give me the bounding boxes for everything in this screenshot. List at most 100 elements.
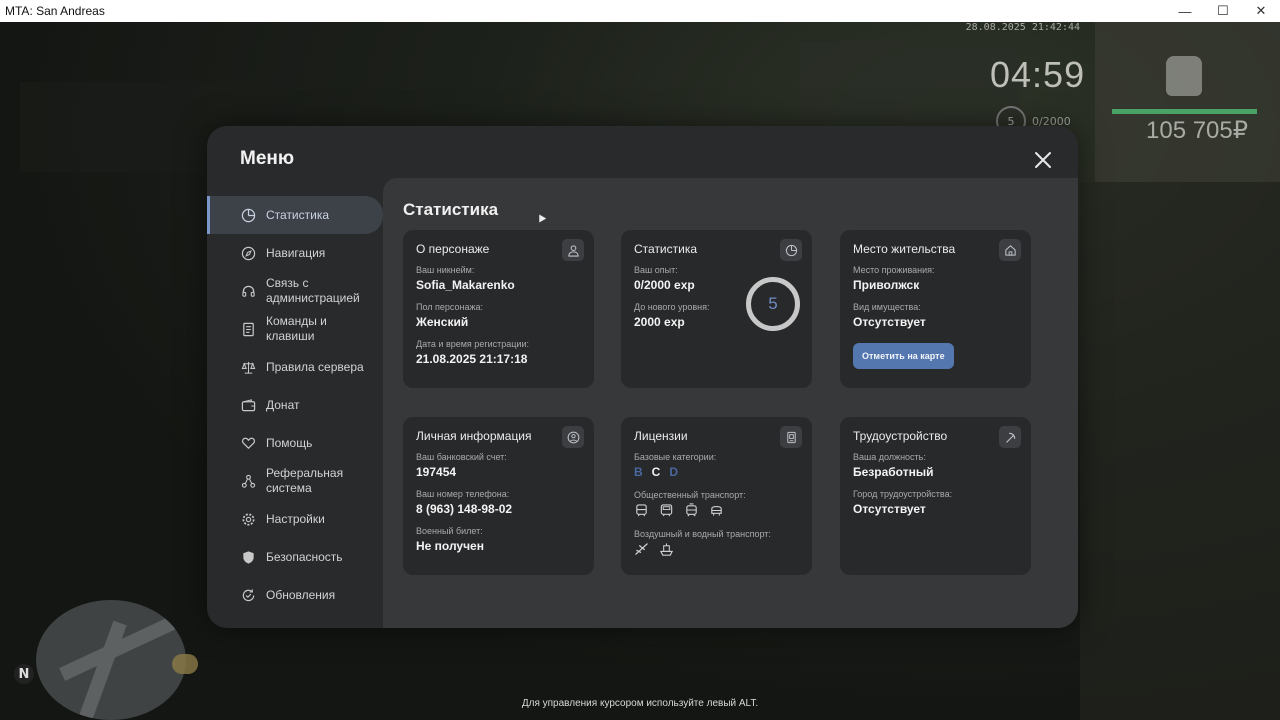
sidebar-item-label: Связь с администрацией [266, 276, 360, 305]
sidebar-item-referral[interactable]: Реферальная система [207, 462, 383, 500]
category-d: D [669, 465, 679, 479]
compass-icon [240, 245, 256, 261]
wallet-icon [240, 397, 256, 413]
card-title: Статистика [634, 242, 698, 256]
close-menu-button[interactable] [1029, 146, 1057, 174]
sidebar-item-label: Настройки [266, 512, 325, 526]
close-icon [1035, 152, 1051, 168]
card-employment: Трудоустройство Ваша должность: Безработ… [840, 417, 1031, 575]
sidebar-item-label: Реферальная система [266, 466, 344, 495]
menu-modal: Меню Статистика Навигация Связь с админи… [207, 126, 1078, 628]
mark-on-map-button[interactable]: Отметить на карте [853, 343, 954, 369]
north-indicator: N [14, 664, 34, 684]
window-title: MTA: San Andreas [5, 4, 105, 18]
military-id-value: Не получен [416, 539, 484, 553]
nickname-value: Sofia_Makarenko [416, 278, 515, 292]
sidebar-item-label: Правила сервера [266, 360, 364, 374]
category-b: B [634, 465, 643, 479]
scales-icon [240, 359, 256, 375]
nickname-label: Ваш никнейм: [416, 265, 475, 275]
boat-icon [659, 543, 674, 556]
sidebar-nav: Статистика Навигация Связь с администрац… [207, 196, 383, 614]
cursor-hint: Для управления курсором используйте левы… [521, 698, 759, 709]
sidebar-item-label: Помощь [266, 436, 313, 450]
card-title: Место жительства [853, 242, 956, 256]
refresh-icon [240, 587, 256, 603]
sidebar-item-help[interactable]: Помощь [207, 424, 383, 462]
hud-clock: 04:59 [990, 54, 1086, 95]
window-close-button[interactable]: ✕ [1242, 0, 1280, 22]
position-value: Безработный [853, 465, 934, 479]
map-marker-icon [172, 654, 198, 674]
sidebar-item-label: Безопасность [266, 550, 343, 564]
health-bar [1112, 109, 1257, 114]
pie-chart-icon [240, 207, 256, 223]
sidebar-item-contact-admin[interactable]: Связь с администрацией [207, 272, 383, 310]
sidebar-item-rules[interactable]: Правила сервера [207, 348, 383, 386]
gender-label: Пол персонажа: [416, 302, 484, 312]
category-c: C [651, 465, 661, 479]
phone-value: 8 (963) 148-98-02 [416, 502, 513, 516]
public-transport-label: Общественный транспорт: [634, 490, 746, 500]
sidebar-item-label: Статистика [266, 208, 330, 222]
page-title: Статистика [403, 200, 499, 219]
statistics-panel: Статистика О персонаже Ваш никнейм: Sofi… [383, 178, 1078, 628]
trolleybus-icon [711, 505, 722, 516]
card-personal-info: Личная информация Ваш банковский счет: 1… [403, 417, 594, 575]
sidebar-item-label: Донат [266, 398, 300, 412]
level-ring: 5 [746, 277, 800, 331]
headset-icon [240, 283, 256, 299]
card-residence: Место жительства Место проживания: Приво… [840, 230, 1031, 388]
property-value: Отсутствует [853, 315, 926, 329]
background-building [1095, 22, 1280, 182]
heart-hand-icon [240, 435, 256, 451]
work-city-label: Город трудоустройства: [853, 489, 953, 499]
license-icon [780, 426, 802, 448]
menu-title: Меню [240, 148, 295, 169]
pickaxe-icon [999, 426, 1021, 448]
maximize-button[interactable]: ☐ [1204, 0, 1242, 22]
shield-icon [240, 549, 256, 565]
card-title: Личная информация [416, 429, 532, 443]
sidebar-item-label: Обновления [266, 588, 336, 602]
basic-categories-label: Базовые категории: [634, 452, 717, 462]
sidebar-item-security[interactable]: Безопасность [207, 538, 383, 576]
road-surface [1080, 182, 1280, 720]
work-city-value: Отсутствует [853, 502, 926, 516]
exp-label: Ваш опыт: [634, 265, 678, 275]
coach-icon [660, 504, 673, 517]
background-building [800, 42, 1020, 132]
referral-icon [240, 473, 256, 489]
minimize-button[interactable]: — [1166, 0, 1204, 22]
residence-place-label: Место проживания: [853, 265, 935, 275]
military-id-label: Военный билет: [416, 526, 483, 536]
sidebar-item-updates[interactable]: Обновления [207, 576, 383, 614]
window-titlebar: MTA: San Andreas — ☐ ✕ [0, 0, 1280, 22]
property-label: Вид имущества: [853, 302, 921, 312]
sidebar-item-donate[interactable]: Донат [207, 386, 383, 424]
license-categories: B C D [634, 465, 799, 479]
card-title: Трудоустройство [853, 429, 948, 443]
gear-icon [240, 511, 256, 527]
air-water-transport-icons [634, 542, 799, 557]
airplane-icon [635, 543, 648, 555]
bus-icon [636, 504, 647, 517]
registration-label: Дата и время регистрации: [416, 339, 529, 349]
residence-place-value: Приволжск [853, 278, 920, 292]
sidebar-item-settings[interactable]: Настройки [207, 500, 383, 538]
sidebar-item-commands[interactable]: Команды и клавиши [207, 310, 383, 348]
public-transport-icons [634, 503, 799, 518]
home-icon [999, 239, 1021, 261]
bank-account-value: 197454 [416, 465, 457, 479]
gender-value: Женский [416, 315, 469, 329]
hud-money: 105 705₽ [1146, 117, 1249, 144]
bank-account-label: Ваш банковский счет: [416, 452, 507, 462]
user-circle-icon [562, 426, 584, 448]
sidebar-item-statistics[interactable]: Статистика [207, 196, 383, 234]
fist-icon [1166, 56, 1202, 96]
air-water-transport-label: Воздушный и водный транспорт: [634, 529, 771, 539]
card-character: О персонаже Ваш никнейм: Sofia_Makarenko… [403, 230, 594, 388]
sidebar-item-navigation[interactable]: Навигация [207, 234, 383, 272]
card-statistics: Статистика Ваш опыт: 0/2000 exp До новог… [621, 230, 812, 388]
tram-icon [686, 503, 697, 517]
